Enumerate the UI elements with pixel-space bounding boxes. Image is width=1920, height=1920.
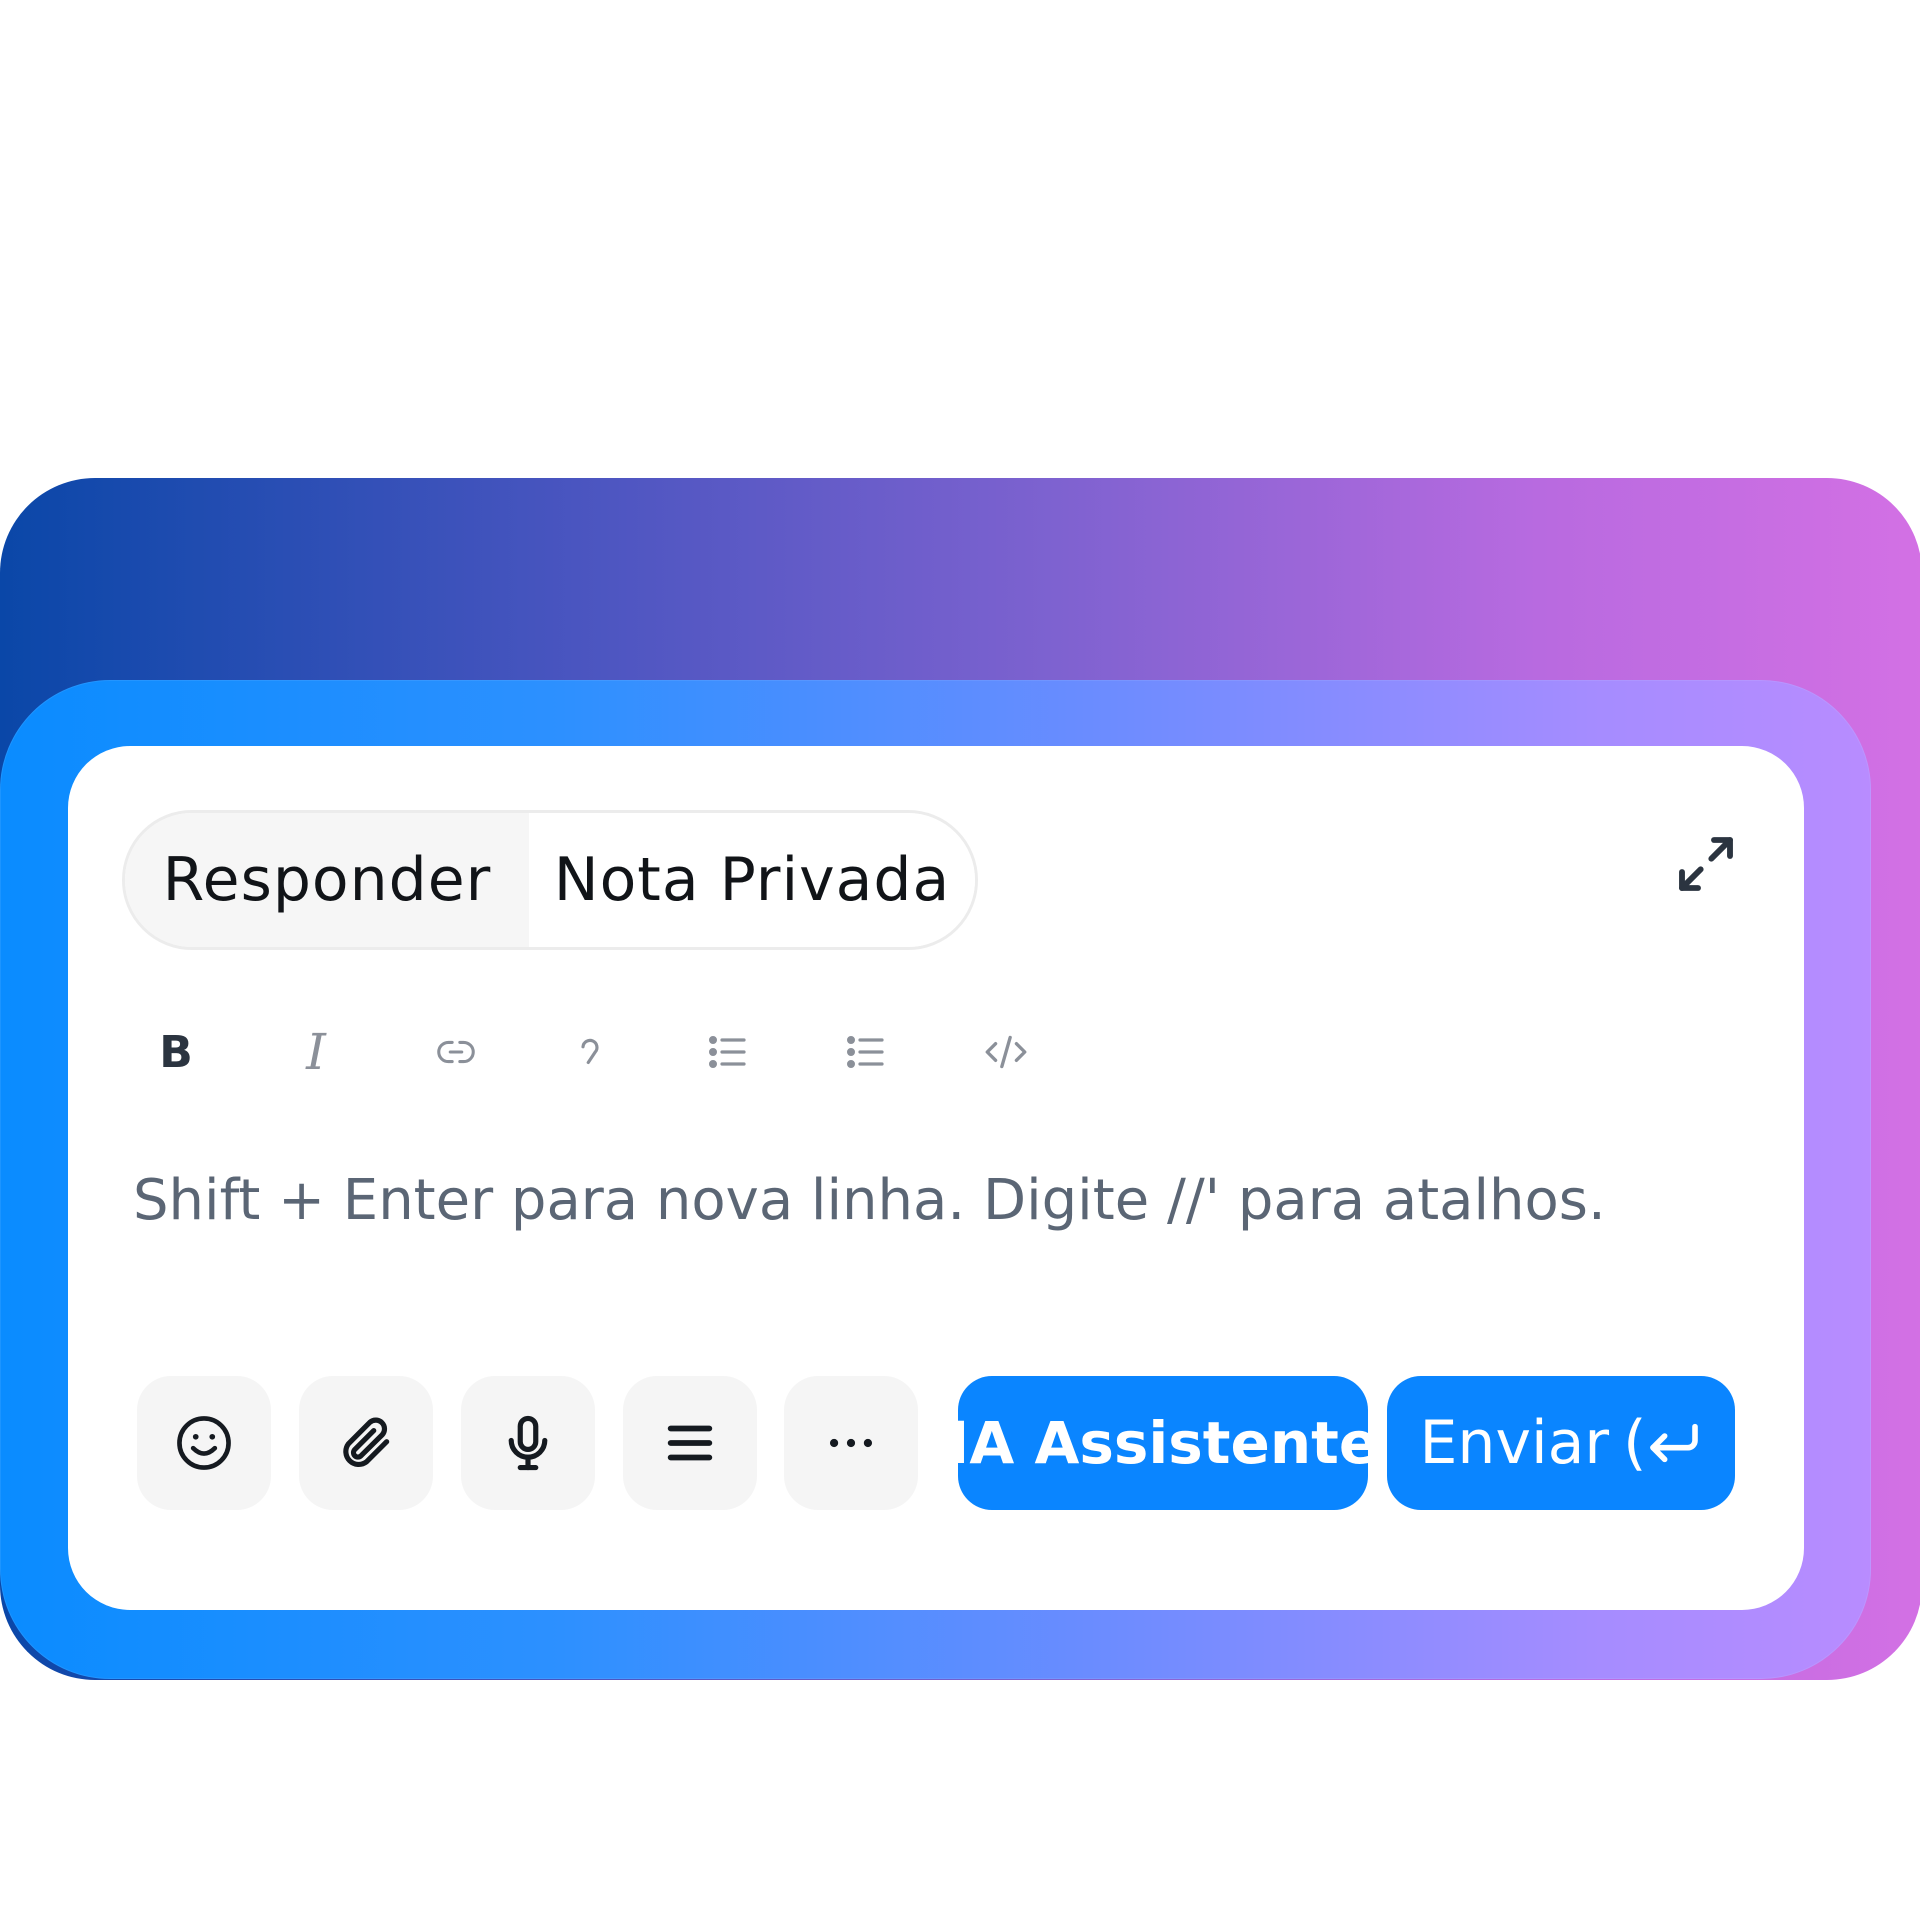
paperclip-icon: [343, 1417, 390, 1468]
expand-button[interactable]: [1668, 826, 1744, 902]
send-label: Enviar: [1419, 1408, 1610, 1478]
tab-responder[interactable]: Responder: [125, 813, 529, 947]
menu-icon: [667, 1425, 713, 1461]
microphone-button[interactable]: [461, 1376, 595, 1510]
italic-button[interactable]: I: [280, 1016, 352, 1088]
more-icon: [829, 1438, 873, 1448]
numbered-list-button[interactable]: [830, 1016, 902, 1088]
link-icon: [437, 1040, 475, 1064]
more-button[interactable]: [784, 1376, 918, 1510]
send-button[interactable]: Enviar (: [1387, 1376, 1735, 1510]
bullet-list-icon: [708, 1036, 746, 1068]
composer-tabs: Responder Nota Privada: [122, 810, 978, 950]
emoji-icon: [177, 1416, 231, 1470]
code-icon: [985, 1035, 1027, 1069]
menu-button[interactable]: [623, 1376, 757, 1510]
code-button[interactable]: [970, 1016, 1042, 1088]
link-button[interactable]: [420, 1016, 492, 1088]
attachment-button[interactable]: [299, 1376, 433, 1510]
send-shortcut: (: [1623, 1408, 1702, 1478]
emoji-button[interactable]: [137, 1376, 271, 1510]
quote-button[interactable]: [554, 1016, 626, 1088]
tab-nota-privada[interactable]: Nota Privada: [529, 813, 975, 947]
stage: Responder Nota Privada B I Shift + Enter…: [0, 0, 1920, 1920]
ai-assistant-button[interactable]: IA Assistente: [948, 1376, 1378, 1510]
ai-assistant-label: IA Assistente: [947, 1409, 1379, 1477]
quote-icon: [581, 1038, 599, 1065]
bold-button[interactable]: B: [140, 1016, 212, 1088]
microphone-icon: [508, 1415, 548, 1471]
bullet-list-button[interactable]: [692, 1016, 764, 1088]
send-shortcut-paren: (: [1623, 1408, 1647, 1478]
message-input[interactable]: [133, 1140, 1753, 1260]
expand-icon: [1679, 837, 1733, 891]
list-icon: [846, 1036, 884, 1068]
enter-icon: [1650, 1423, 1699, 1463]
